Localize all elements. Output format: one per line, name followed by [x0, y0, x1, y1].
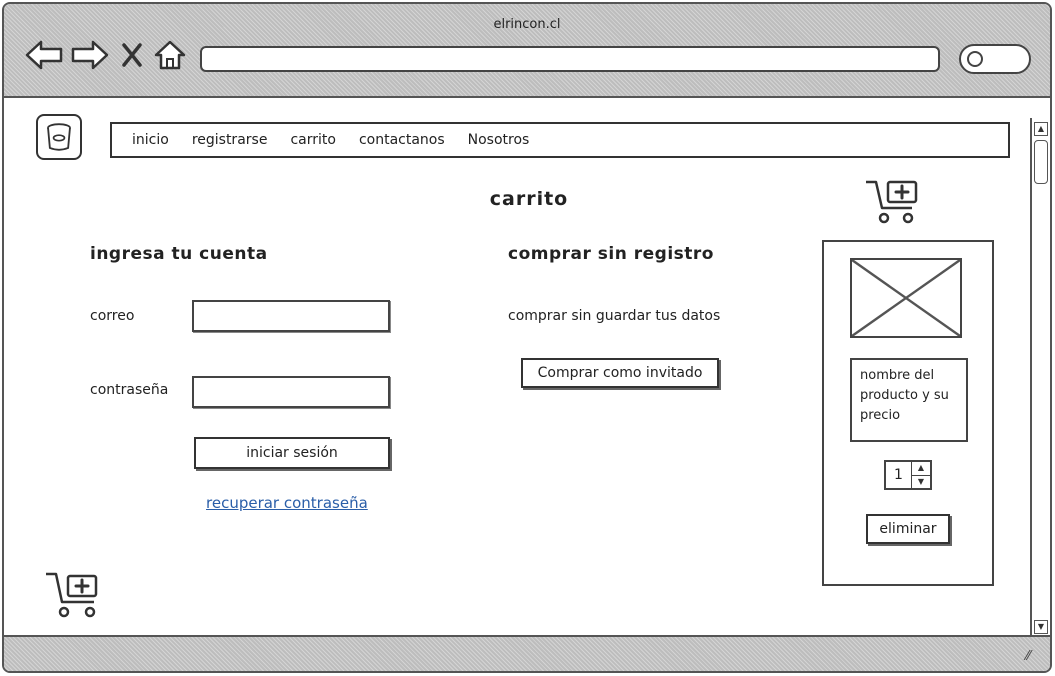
shopping-cart-add-icon[interactable] — [44, 570, 104, 620]
vertical-scrollbar[interactable]: ▲ ▼ — [1030, 118, 1050, 638]
email-label: correo — [90, 308, 135, 324]
login-button[interactable]: iniciar sesión — [194, 437, 390, 469]
nav-item-nosotros[interactable]: Nosotros — [468, 132, 530, 148]
browser-search-box[interactable] — [959, 44, 1031, 74]
product-name-price: nombre del producto y su precio — [850, 358, 968, 442]
close-icon — [122, 43, 142, 67]
image-placeholder-icon — [852, 260, 960, 336]
forward-button[interactable] — [70, 38, 110, 72]
nav-item-registrarse[interactable]: registrarse — [192, 132, 268, 148]
guest-heading: comprar sin registro — [508, 244, 714, 264]
nav-item-carrito[interactable]: carrito — [290, 132, 336, 148]
password-label: contraseña — [90, 382, 169, 398]
scroll-thumb[interactable] — [1034, 140, 1048, 184]
browser-statusbar: ⁄⁄ — [4, 635, 1050, 671]
main-nav: inicio registrarse carrito contactanos N… — [110, 122, 1010, 158]
nav-item-contactanos[interactable]: contactanos — [359, 132, 445, 148]
arrow-left-icon — [25, 40, 63, 70]
arrow-right-icon — [71, 40, 109, 70]
quantity-stepper[interactable]: 1 ▲ ▼ — [884, 460, 932, 490]
browser-titlebar: elrincon.cl — [4, 4, 1050, 98]
guest-checkout-button[interactable]: Comprar como invitado — [521, 358, 719, 388]
shopping-cart-add-icon[interactable] — [864, 178, 922, 226]
quantity-up-arrow-icon[interactable]: ▲ — [912, 462, 930, 475]
page-content: inicio registrarse carrito contactanos N… — [4, 100, 1034, 636]
browser-window: elrincon.cl inicio registrarse carrito c… — [2, 2, 1052, 673]
password-field[interactable] — [192, 376, 390, 408]
quantity-value[interactable]: 1 — [886, 462, 912, 488]
product-image — [850, 258, 962, 338]
window-title: elrincon.cl — [493, 17, 561, 32]
site-logo[interactable] — [36, 114, 82, 160]
trash-bin-icon — [47, 123, 71, 151]
recover-password-link[interactable]: recuperar contraseña — [206, 494, 368, 512]
stop-button[interactable] — [116, 38, 148, 72]
quantity-down-arrow-icon[interactable]: ▼ — [912, 474, 930, 489]
back-button[interactable] — [24, 38, 64, 72]
home-icon — [154, 40, 186, 70]
remove-item-button[interactable]: eliminar — [866, 514, 950, 544]
address-bar[interactable] — [200, 46, 940, 72]
scroll-up-arrow-icon[interactable]: ▲ — [1034, 122, 1048, 136]
home-button[interactable] — [152, 38, 188, 72]
resize-grip-icon[interactable]: ⁄⁄ — [1026, 649, 1042, 665]
guest-description: comprar sin guardar tus datos — [508, 308, 721, 324]
email-field[interactable] — [192, 300, 390, 332]
scroll-down-arrow-icon[interactable]: ▼ — [1034, 620, 1048, 634]
search-icon — [967, 51, 983, 67]
cart-panel: nombre del producto y su precio 1 ▲ ▼ el… — [822, 240, 994, 586]
page-title: carrito — [489, 188, 569, 210]
nav-item-inicio[interactable]: inicio — [132, 132, 169, 148]
login-heading: ingresa tu cuenta — [90, 244, 268, 264]
